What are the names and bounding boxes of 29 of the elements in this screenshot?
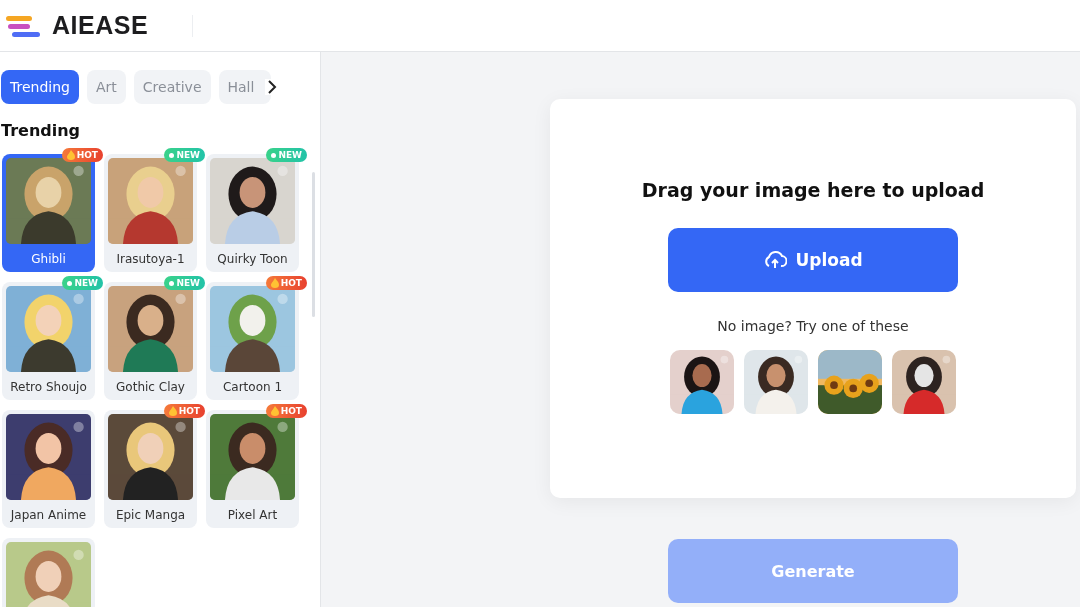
style-label: Japan Anime — [9, 508, 88, 522]
hot-badge: HOT — [163, 404, 205, 418]
cloud-upload-icon — [763, 250, 788, 270]
new-badge: NEW — [62, 276, 103, 290]
style-label: Epic Manga — [114, 508, 187, 522]
new-badge: NEW — [164, 276, 205, 290]
brand-name[interactable]: AIEASE — [52, 11, 149, 40]
style-card[interactable]: Japan Anime — [2, 410, 95, 528]
section-title: Trending — [1, 121, 82, 140]
style-label: Gothic Clay — [115, 380, 186, 394]
upload-button[interactable]: Upload — [668, 228, 958, 292]
new-badge: NEW — [164, 148, 205, 162]
style-label: Pixel Art — [226, 508, 279, 522]
style-label: Quirky Toon — [216, 252, 289, 266]
upload-title: Drag your image here to upload — [641, 179, 985, 201]
style-label: Ghibli — [30, 252, 67, 266]
style-label: Irasutoya-1 — [115, 252, 186, 266]
style-label: Retro Shoujo — [9, 380, 88, 394]
hot-badge: HOT — [265, 276, 307, 290]
sample-image[interactable] — [744, 350, 808, 414]
hot-badge: HOT — [265, 404, 307, 418]
sample-image[interactable] — [818, 350, 882, 414]
sample-image[interactable] — [892, 350, 956, 414]
style-label: Cartoon 1 — [221, 380, 284, 394]
hot-badge: HOT — [61, 148, 103, 162]
category-tab[interactable]: Trending — [1, 70, 79, 104]
sample-image[interactable] — [670, 350, 734, 414]
new-badge: NEW — [266, 148, 307, 162]
sample-hint: No image? Try one of these — [717, 318, 909, 334]
